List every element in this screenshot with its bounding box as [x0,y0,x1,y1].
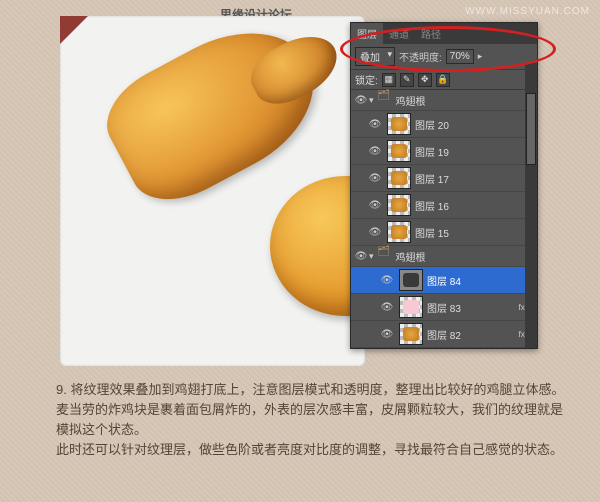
visibility-icon[interactable]: 👁 [367,200,383,211]
layers-list: 👁 ▾ 🗂 鸡翅根 👁 图层 20 👁 图层 19 👁 图层 17 👁 图层 1… [351,90,537,348]
visibility-icon[interactable]: 👁 [379,275,395,286]
layer-thumb [387,113,411,135]
layer-thumb [387,167,411,189]
layer-name[interactable]: 图层 19 [415,144,449,159]
visibility-icon[interactable]: 👁 [379,329,395,340]
group-name[interactable]: 鸡翅根 [396,93,426,108]
layer-thumb [387,140,411,162]
visibility-icon[interactable]: 👁 [353,251,369,262]
visibility-icon[interactable]: 👁 [353,95,369,106]
chevron-down-icon[interactable]: ▾ [369,251,374,262]
watermark: WWW.MISSYUAN.COM [465,6,590,17]
lock-all-icon[interactable]: 🔒 [436,73,450,87]
tab-paths[interactable]: 路径 [415,23,447,44]
layer-name[interactable]: 图层 15 [415,225,449,240]
lock-brush-icon[interactable]: ✎ [400,73,414,87]
panel-scrollbar[interactable] [525,63,537,348]
layer-group-mid[interactable]: 👁 ▾ 🗂 鸡翅根 [351,246,537,267]
layer-thumb [399,323,423,345]
opacity-label: 不透明度: [399,49,442,64]
visibility-icon[interactable]: 👁 [367,227,383,238]
layer-row[interactable]: 👁 图层 82 fx ▾ [351,321,537,348]
visibility-icon[interactable]: 👁 [379,302,395,313]
folder-icon: 🗂 [378,90,392,110]
layer-thumb [399,296,423,318]
folder-icon: 🗂 [378,246,392,266]
chicken-leg-illustration [92,4,338,217]
layers-panel: 图层 通道 路径 叠加 不透明度: 70% ▸ 锁定: ▦ ✎ ✥ 🔒 👁 ▾ … [350,22,538,349]
opacity-value[interactable]: 70% [446,49,474,64]
layer-thumb [399,269,423,291]
lock-label: 锁定: [355,72,378,87]
caption-line-3: 此时还可以针对纹理层，做些色阶或者亮度对比度的调整，寻找最符合自己感觉的状态。 [56,440,566,460]
layer-name[interactable]: 图层 82 [427,327,461,342]
blend-opacity-bar: 叠加 不透明度: 70% ▸ [351,44,537,70]
lock-move-icon[interactable]: ✥ [418,73,432,87]
panel-tabs: 图层 通道 路径 [351,23,537,44]
layer-name[interactable]: 图层 84 [427,273,461,288]
caption-line-2: 麦当劳的炸鸡块是裹着面包屑炸的，外表的层次感丰富，皮屑颗粒较大，我们的纹理就是模… [56,400,566,440]
lock-transparency-icon[interactable]: ▦ [382,73,396,87]
tab-layers[interactable]: 图层 [351,23,383,44]
caption-line-1: 9. 将纹理效果叠加到鸡翅打底上，注意图层模式和透明度，整理出比较好的鸡腿立体感… [56,380,566,400]
scrollbar-thumb[interactable] [526,93,536,165]
layer-name[interactable]: 图层 16 [415,198,449,213]
layer-thumb [387,221,411,243]
layer-name[interactable]: 图层 17 [415,171,449,186]
layer-row[interactable]: 👁 图层 17 [351,165,537,192]
layer-row[interactable]: 👁 图层 19 [351,138,537,165]
tutorial-caption: 9. 将纹理效果叠加到鸡翅打底上，注意图层模式和透明度，整理出比较好的鸡腿立体感… [56,380,566,461]
layer-name[interactable]: 图层 20 [415,117,449,132]
layer-row[interactable]: 👁 图层 20 [351,111,537,138]
group-name[interactable]: 鸡翅根 [396,249,426,264]
canvas-plate [60,16,365,366]
layer-thumb [387,194,411,216]
lock-row: 锁定: ▦ ✎ ✥ 🔒 [351,70,537,90]
layer-row[interactable]: 👁 图层 83 fx ▾ [351,294,537,321]
layer-name[interactable]: 图层 83 [427,300,461,315]
blend-mode-select[interactable]: 叠加 [355,47,395,66]
visibility-icon[interactable]: 👁 [367,119,383,130]
opacity-arrow-icon[interactable]: ▸ [478,51,483,62]
visibility-icon[interactable]: 👁 [367,146,383,157]
tab-channels[interactable]: 通道 [383,23,415,44]
chevron-down-icon[interactable]: ▾ [369,95,374,106]
layer-row-selected[interactable]: 👁 图层 84 [351,267,537,294]
plate-corner-decoration [60,16,88,44]
layer-row[interactable]: 👁 图层 16 [351,192,537,219]
layer-group-top[interactable]: 👁 ▾ 🗂 鸡翅根 [351,90,537,111]
visibility-icon[interactable]: 👁 [367,173,383,184]
layer-row[interactable]: 👁 图层 15 [351,219,537,246]
